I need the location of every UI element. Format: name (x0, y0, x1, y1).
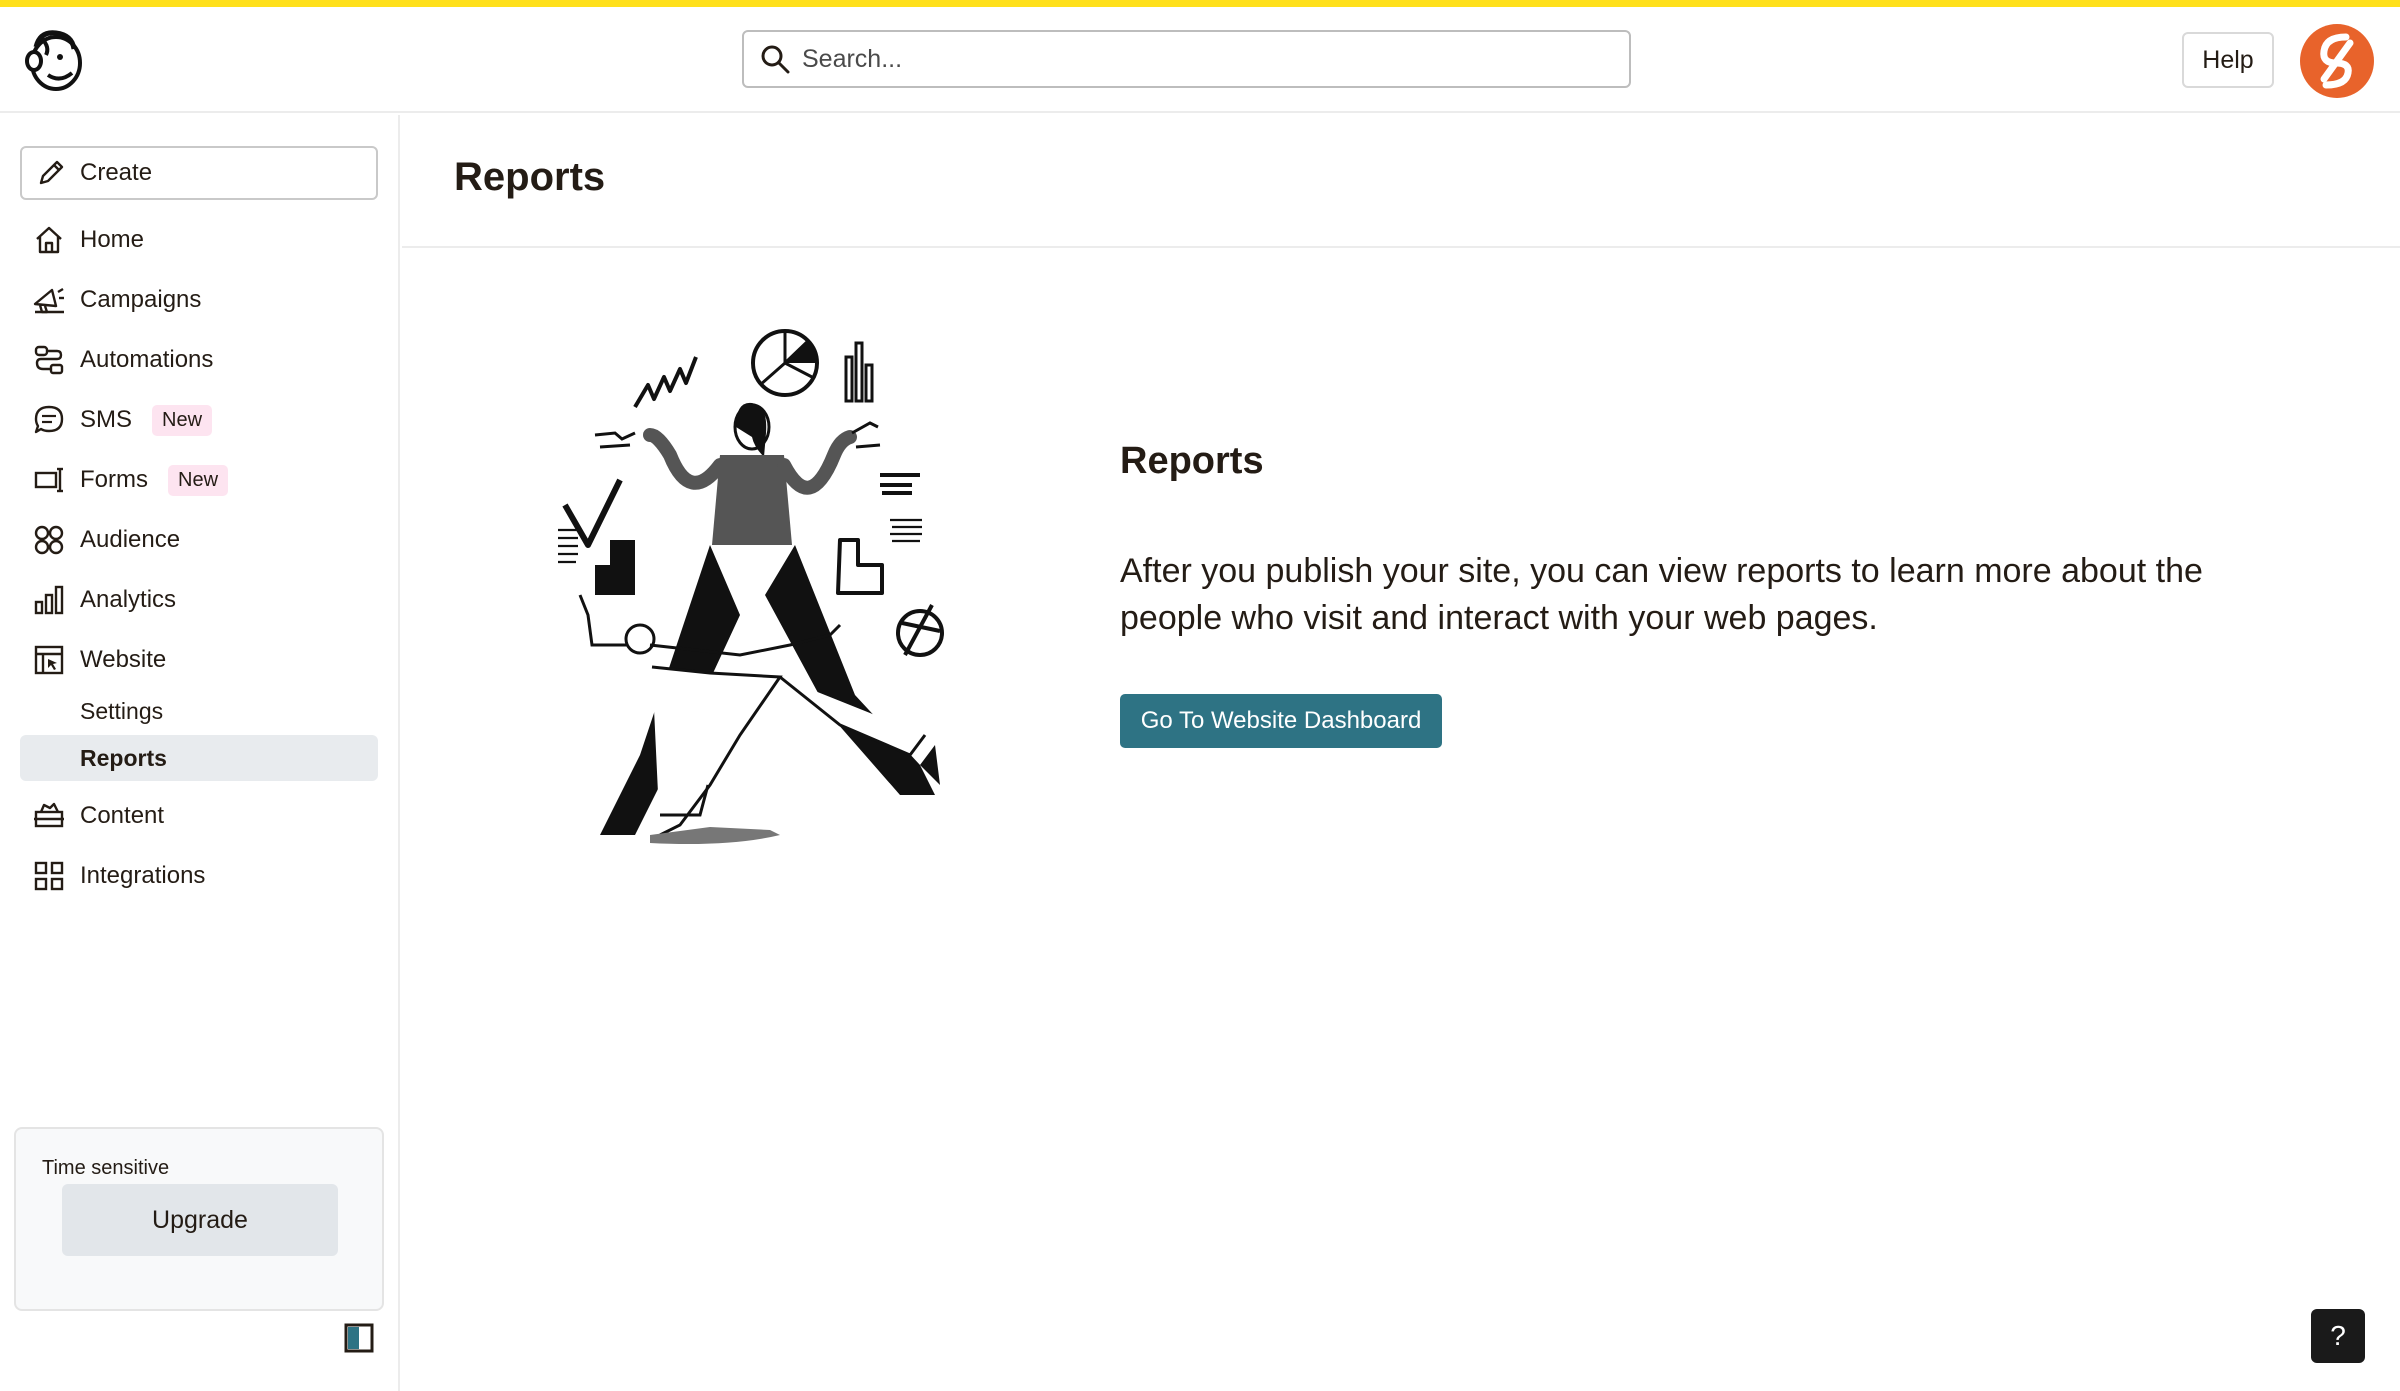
sidebar-item-campaigns[interactable]: Campaigns (20, 275, 378, 325)
grid-icon (34, 861, 64, 891)
search-icon (761, 45, 790, 74)
sidebar-item-label: Campaigns (80, 286, 202, 313)
sidebar-item-label: Automations (80, 346, 214, 373)
sidebar-item-label: Content (80, 802, 165, 829)
chat-icon (34, 405, 64, 434)
top-bar: Help (0, 7, 2400, 113)
new-badge: New (168, 464, 229, 496)
reports-illustration (558, 329, 944, 844)
sidebar-item-label: Website (80, 646, 167, 673)
sidebar-item-content[interactable]: Content (20, 791, 378, 841)
sidebar-collapse-icon[interactable] (344, 1323, 374, 1353)
sidebar-item-analytics[interactable]: Analytics (20, 575, 378, 625)
sidebar-item-label: SMS (80, 406, 133, 433)
time-sensitive-label: Time sensitive (42, 1157, 170, 1179)
search-input[interactable] (802, 44, 1582, 74)
upgrade-button[interactable]: Upgrade (62, 1184, 338, 1256)
create-button[interactable]: Create (20, 146, 378, 200)
search-box[interactable] (742, 30, 1631, 88)
home-icon (36, 226, 62, 254)
content-icon (34, 802, 64, 828)
upgrade-card: Time sensitive Upgrade (14, 1127, 384, 1311)
audience-icon (34, 525, 64, 555)
sidebar-item-integrations[interactable]: Integrations (20, 851, 378, 901)
new-badge: New (152, 404, 213, 436)
avatar[interactable] (2300, 24, 2374, 98)
form-icon (34, 467, 63, 493)
sidebar-item-sms[interactable]: SMS New (20, 395, 378, 445)
sidebar-item-automations[interactable]: Automations (20, 335, 378, 385)
megaphone-icon (33, 287, 64, 314)
sidebar-item-label: Analytics (80, 586, 177, 613)
sidebar: Create Home Campaigns Automations SMS Ne… (0, 115, 400, 1391)
content-heading: Reports (1120, 440, 1264, 482)
help-button[interactable]: Help (2182, 32, 2274, 88)
page-title: Reports (454, 155, 606, 199)
top-accent-stripe (0, 0, 2400, 7)
sidebar-subitem-reports[interactable]: Reports (20, 735, 378, 781)
website-icon (34, 645, 64, 675)
pencil-icon (39, 160, 64, 185)
go-to-website-dashboard-button[interactable]: Go To Website Dashboard (1120, 694, 1442, 748)
bar-chart-icon (34, 585, 64, 615)
mailchimp-logo-icon[interactable] (20, 25, 86, 95)
sidebar-item-label: Audience (80, 526, 181, 553)
sidebar-item-home[interactable]: Home (20, 215, 378, 265)
sidebar-item-label: Integrations (80, 862, 206, 889)
content-description: After you publish your site, you can vie… (1120, 552, 2203, 637)
sidebar-item-label: Forms (80, 466, 148, 493)
automation-icon (34, 345, 64, 375)
sidebar-item-label: Home (80, 226, 145, 253)
create-label: Create (80, 159, 153, 186)
account-logo-icon (2320, 33, 2354, 89)
floating-help-button[interactable]: ? (2311, 1309, 2365, 1363)
sidebar-item-forms[interactable]: Forms New (20, 455, 378, 505)
sidebar-item-audience[interactable]: Audience (20, 515, 378, 565)
sidebar-item-website[interactable]: Website (20, 635, 378, 685)
page-header: Reports (402, 115, 2400, 248)
sidebar-subitem-settings[interactable]: Settings (20, 688, 378, 734)
